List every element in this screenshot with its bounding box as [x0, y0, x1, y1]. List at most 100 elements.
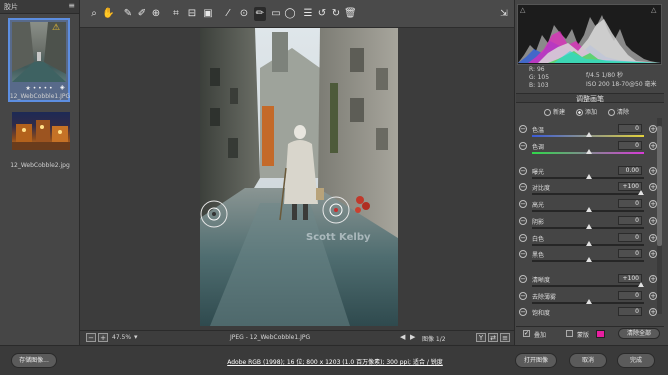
slider-value-field[interactable]: 0 [618, 233, 642, 242]
slider-track[interactable] [532, 285, 644, 287]
decrease-icon[interactable]: − [519, 183, 527, 191]
slider-shadows[interactable]: − 阴影 0 + [516, 216, 658, 233]
decrease-icon[interactable]: − [519, 217, 527, 225]
decrease-icon[interactable]: − [519, 308, 527, 316]
increase-icon[interactable]: + [649, 234, 657, 242]
next-image-icon[interactable]: ▶ [410, 333, 415, 341]
slider-value-field[interactable]: 0 [618, 307, 642, 316]
filmstrip-item-1[interactable]: ⚠ ★ • • • • ◈ [8, 18, 70, 102]
slider-value-field[interactable]: 0 [618, 141, 642, 150]
slider-highlights[interactable]: − 高光 0 + [516, 199, 658, 216]
save-image-button[interactable]: 存储图像... [11, 353, 57, 368]
slider-temperature[interactable]: − 色温 0 + [516, 124, 658, 141]
decrease-icon[interactable]: − [519, 292, 527, 300]
zoom-level[interactable]: 47.5% [112, 334, 131, 341]
mask-color-swatch[interactable] [596, 330, 605, 338]
increase-icon[interactable]: + [649, 275, 657, 283]
thumbnail-rating[interactable]: ★ • • • • [12, 85, 66, 92]
mode-add-radio[interactable]: 添加 [576, 107, 597, 116]
slider-thumb[interactable] [586, 132, 592, 137]
increase-icon[interactable]: + [649, 142, 657, 150]
slider-track[interactable] [532, 193, 644, 195]
increase-icon[interactable]: + [649, 125, 657, 133]
panel-scrollbar[interactable] [657, 118, 662, 314]
color-sampler-icon[interactable]: ✐ [136, 7, 148, 21]
rotate-ccw-icon[interactable]: ↺ [316, 7, 328, 21]
slider-tint[interactable]: − 色调 0 + [516, 141, 658, 158]
adjustment-brush-icon[interactable]: ✏ [254, 7, 266, 21]
filmstrip-item-2[interactable] [8, 112, 70, 150]
increase-icon[interactable]: + [649, 217, 657, 225]
slider-thumb[interactable] [586, 299, 592, 304]
zoom-menu-icon[interactable]: ▾ [134, 333, 138, 341]
slider-thumb[interactable] [586, 224, 592, 229]
increase-icon[interactable]: + [649, 292, 657, 300]
mode-erase-radio[interactable]: 清除 [608, 107, 629, 116]
red-eye-icon[interactable]: ⊙ [238, 7, 250, 21]
slider-thumb[interactable] [586, 207, 592, 212]
fullscreen-icon[interactable]: ⇲ [498, 7, 510, 21]
slider-thumb[interactable] [586, 149, 592, 154]
highlight-clip-icon[interactable]: △ [651, 6, 656, 14]
rotate-cw-icon[interactable]: ↻ [330, 7, 342, 21]
shadow-clip-icon[interactable]: △ [520, 6, 525, 14]
increase-icon[interactable]: + [649, 308, 657, 316]
crop-icon[interactable]: ⌗ [170, 7, 182, 21]
zoom-icon[interactable]: ⌕ [88, 7, 100, 21]
increase-icon[interactable]: + [649, 200, 657, 208]
mask-checkbox[interactable] [566, 330, 573, 337]
photo-preview[interactable]: Scott Kelby [200, 28, 398, 326]
increase-icon[interactable]: + [649, 183, 657, 191]
white-balance-icon[interactable]: ✎ [122, 7, 134, 21]
trash-icon[interactable]: 🗑 [344, 7, 357, 21]
slider-clarity[interactable]: − 清晰度 +100 + [516, 274, 658, 291]
slider-thumb[interactable] [586, 257, 592, 262]
slider-exposure[interactable]: − 曝光 0.00 + [516, 166, 658, 183]
decrease-icon[interactable]: − [519, 167, 527, 175]
slider-dehaze[interactable]: − 去除薄雾 0 + [516, 291, 658, 308]
swap-settings-icon[interactable]: ⇄ [488, 333, 498, 342]
slider-thumb[interactable] [586, 174, 592, 179]
slider-thumb[interactable] [586, 241, 592, 246]
scrollbar-thumb[interactable] [657, 126, 662, 246]
slider-thumb[interactable] [638, 190, 644, 195]
slider-saturation[interactable]: − 饱和度 0 + [516, 307, 658, 324]
increase-icon[interactable]: + [649, 167, 657, 175]
slider-value-field[interactable]: 0 [618, 249, 642, 258]
spot-removal-icon[interactable]: ⁄ [222, 7, 234, 21]
mode-new-radio[interactable]: 新建 [544, 107, 565, 116]
targeted-adjustment-icon[interactable]: ⊕ [150, 7, 162, 21]
overlay-checkbox[interactable]: ✓ [523, 330, 530, 337]
slider-value-field[interactable]: 0 [618, 291, 642, 300]
toggle-settings-icon[interactable]: ≡ [500, 333, 510, 342]
slider-thumb[interactable] [638, 282, 644, 287]
decrease-icon[interactable]: − [519, 275, 527, 283]
graduated-filter-icon[interactable]: ▭ [270, 7, 282, 21]
decrease-icon[interactable]: − [519, 234, 527, 242]
transform-icon[interactable]: ▣ [202, 7, 214, 21]
prev-image-icon[interactable]: ◀ [400, 333, 405, 341]
decrease-icon[interactable]: − [519, 142, 527, 150]
slider-value-field[interactable]: 0 [618, 124, 642, 133]
decrease-icon[interactable]: − [519, 250, 527, 258]
increase-icon[interactable]: + [649, 250, 657, 258]
preferences-icon[interactable]: ☰ [302, 7, 314, 21]
decrease-icon[interactable]: − [519, 200, 527, 208]
before-after-view-icon[interactable]: Y [476, 333, 486, 342]
done-button[interactable]: 完成 [617, 353, 655, 368]
slider-blacks[interactable]: − 黑色 0 + [516, 249, 658, 266]
slider-value-field[interactable]: 0 [618, 199, 642, 208]
slider-whites[interactable]: − 白色 0 + [516, 233, 658, 250]
slider-value-field[interactable]: 0.00 [618, 166, 642, 175]
straighten-icon[interactable]: ⊟ [186, 7, 198, 21]
hand-icon[interactable]: ✋ [102, 7, 114, 21]
open-image-button[interactable]: 打开图像 [515, 353, 557, 368]
slider-contrast[interactable]: − 对比度 +100 + [516, 182, 658, 199]
radial-filter-icon[interactable]: ◯ [284, 7, 296, 21]
workflow-options-link[interactable]: Adobe RGB (1998); 16 位; 800 x 1203 (1.0 … [190, 357, 480, 366]
slider-value-field[interactable]: 0 [618, 216, 642, 225]
decrease-icon[interactable]: − [519, 125, 527, 133]
filmstrip-menu-icon[interactable]: ≡ [68, 1, 75, 10]
clear-all-button[interactable]: 清除全部 [618, 328, 660, 339]
zoom-in-button[interactable]: + [98, 333, 108, 342]
